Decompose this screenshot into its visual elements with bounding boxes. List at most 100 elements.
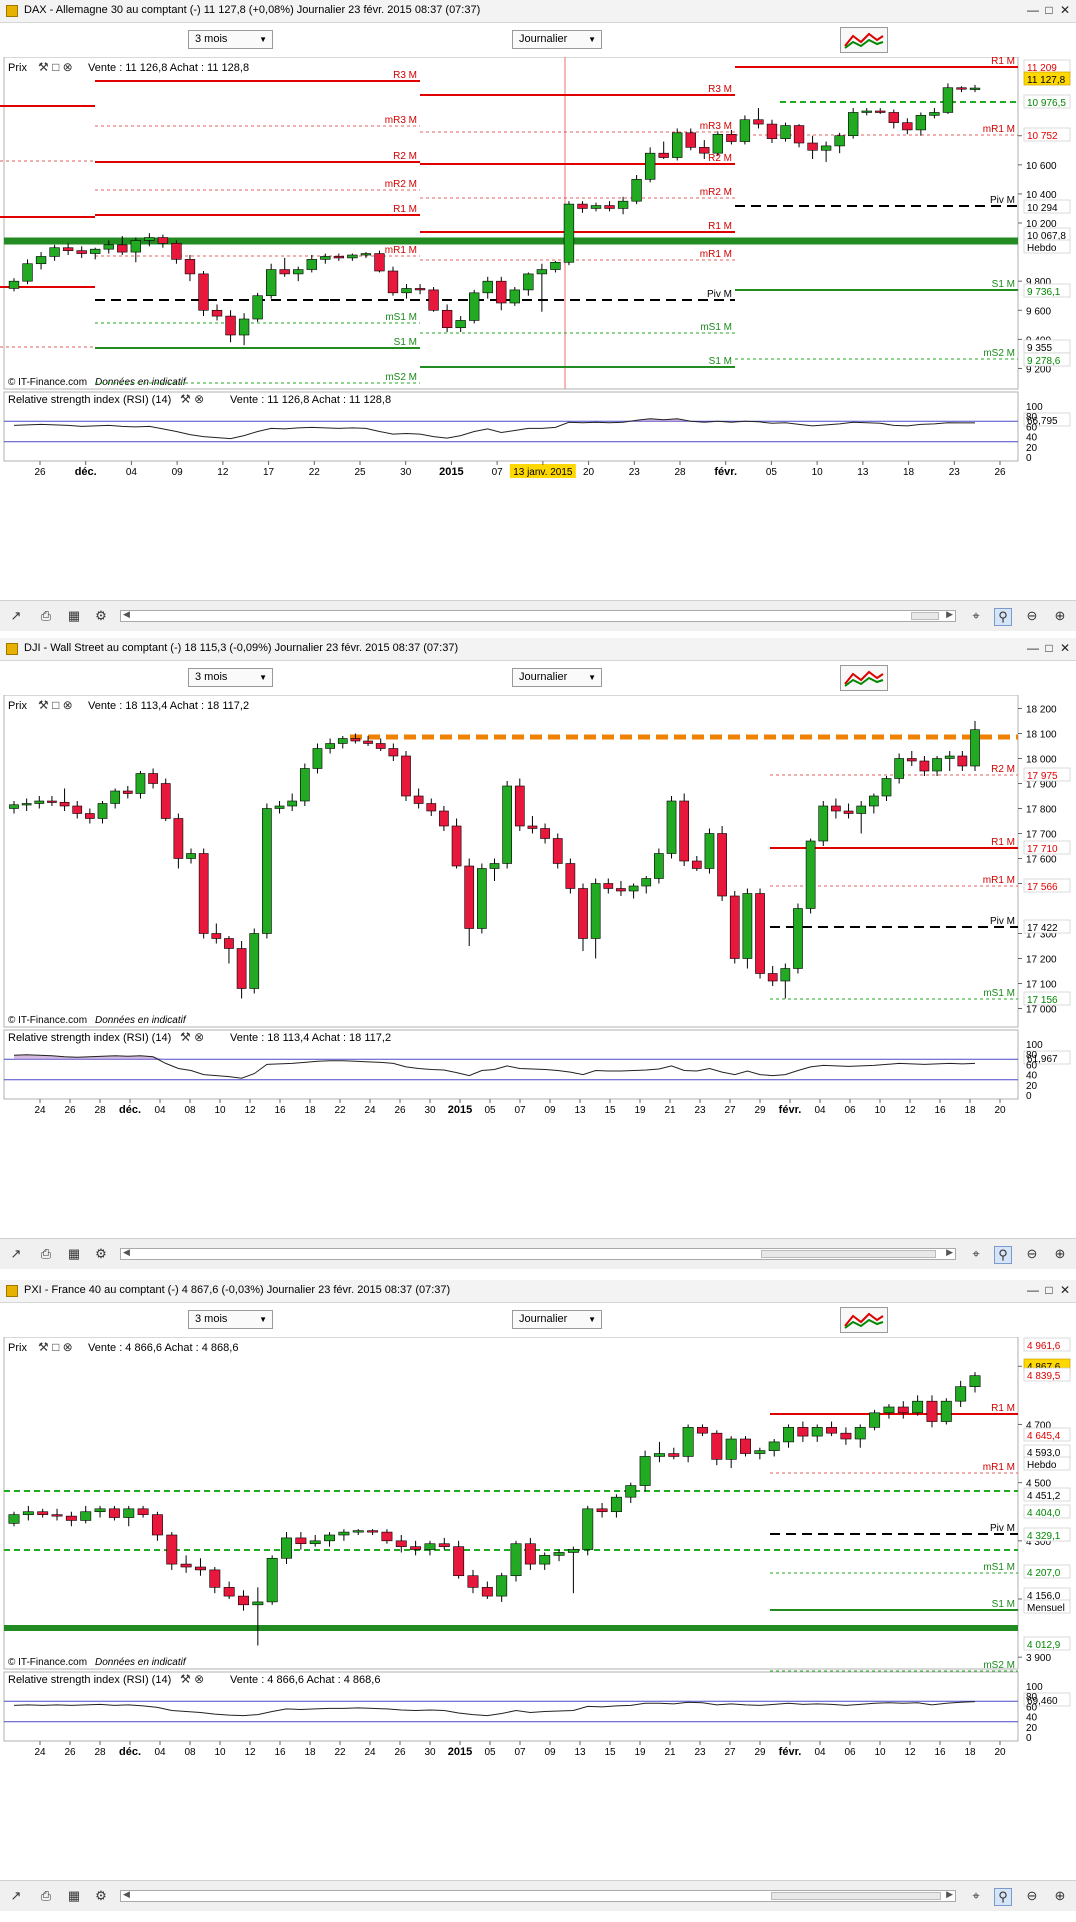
calculator-icon[interactable]: ▦ bbox=[66, 1246, 82, 1262]
time-scrollbar[interactable]: ◀ ▶ bbox=[120, 1247, 956, 1260]
zoom-out-icon[interactable]: ⊖ bbox=[1024, 608, 1040, 624]
pivot-label: mR1 M bbox=[983, 1462, 1015, 1473]
zoom-in-icon[interactable]: ⊕ bbox=[1052, 608, 1068, 624]
maximize-button[interactable]: □ bbox=[1042, 3, 1056, 17]
export-icon[interactable]: ↗ bbox=[8, 1246, 24, 1262]
zoom-out-icon[interactable]: ⊖ bbox=[1024, 1888, 1040, 1904]
x-tick-label: 29 bbox=[754, 1747, 766, 1758]
period-select[interactable]: 3 mois ▼ bbox=[188, 668, 273, 687]
x-tick-label: 09 bbox=[172, 467, 184, 478]
copyright: © IT-Finance.com bbox=[8, 1015, 87, 1026]
crosshair-icon[interactable]: ⌖ bbox=[968, 608, 984, 624]
candle bbox=[603, 883, 614, 889]
chart-window-dax: DAX - Allemagne 30 au comptant (-) 11 12… bbox=[0, 0, 1076, 642]
candle bbox=[21, 803, 32, 806]
x-tick-label: 24 bbox=[34, 1747, 46, 1758]
export-icon[interactable]: ↗ bbox=[8, 608, 24, 624]
time-scrollbar[interactable]: ◀ ▶ bbox=[120, 1889, 956, 1902]
x-tick-label: 30 bbox=[400, 467, 412, 478]
zoom-fit-icon[interactable]: ⚲ bbox=[994, 1246, 1012, 1264]
candle bbox=[401, 755, 411, 797]
print-icon[interactable]: ⎙ bbox=[38, 608, 54, 624]
time-scrollbar[interactable]: ◀ ▶ bbox=[120, 609, 956, 622]
axis-tag: 17 566 bbox=[1027, 882, 1058, 893]
axis-tag: 10 976,5 bbox=[1027, 98, 1066, 109]
copyright-note: Données en indicatif bbox=[95, 1015, 187, 1026]
candle bbox=[211, 933, 222, 939]
minimize-button[interactable]: — bbox=[1026, 3, 1040, 17]
minimize-button[interactable]: — bbox=[1026, 641, 1040, 655]
candle bbox=[477, 868, 487, 929]
scroll-thumb[interactable] bbox=[911, 612, 939, 620]
scroll-left-icon[interactable]: ◀ bbox=[123, 609, 130, 620]
period-value: 3 mois bbox=[195, 671, 228, 683]
zoom-out-icon[interactable]: ⊖ bbox=[1024, 1246, 1040, 1262]
period-select[interactable]: 3 mois ▼ bbox=[188, 1310, 273, 1329]
print-icon[interactable]: ⎙ bbox=[38, 1246, 54, 1262]
crosshair-icon[interactable]: ⌖ bbox=[968, 1888, 984, 1904]
period-select[interactable]: 3 mois ▼ bbox=[188, 30, 273, 49]
pivot-label: S1 M bbox=[992, 279, 1015, 290]
candle bbox=[94, 1508, 106, 1513]
close-button[interactable]: ✕ bbox=[1058, 1283, 1072, 1297]
candle bbox=[338, 1531, 350, 1536]
candle bbox=[9, 804, 19, 809]
scroll-right-icon[interactable]: ▶ bbox=[946, 609, 953, 620]
zoom-in-icon[interactable]: ⊕ bbox=[1052, 1888, 1068, 1904]
candle bbox=[35, 256, 47, 265]
scroll-left-icon[interactable]: ◀ bbox=[123, 1247, 130, 1258]
close-button[interactable]: ✕ bbox=[1058, 3, 1072, 17]
rsi-tick-label: 0 bbox=[1026, 1091, 1032, 1102]
candle bbox=[198, 273, 209, 311]
pivot-label: mR3 M bbox=[700, 121, 732, 132]
candle bbox=[481, 1587, 493, 1597]
crosshair-icon[interactable]: ⌖ bbox=[968, 1246, 984, 1262]
indicators-icon bbox=[844, 1312, 884, 1329]
indicators-button[interactable] bbox=[840, 1307, 888, 1333]
x-tick-label: 12 bbox=[244, 1747, 256, 1758]
settings-icon[interactable]: ⚙ bbox=[93, 608, 109, 624]
calculator-icon[interactable]: ▦ bbox=[66, 608, 82, 624]
scroll-right-icon[interactable]: ▶ bbox=[946, 1889, 953, 1900]
indicators-button[interactable] bbox=[840, 665, 888, 691]
x-tick-label: 15 bbox=[604, 1105, 616, 1116]
copyright: © IT-Finance.com bbox=[8, 1657, 87, 1668]
zoom-fit-icon[interactable]: ⚲ bbox=[994, 608, 1012, 626]
print-icon[interactable]: ⎙ bbox=[38, 1888, 54, 1904]
candle bbox=[672, 132, 683, 158]
interval-select[interactable]: Journalier ▼ bbox=[512, 1310, 602, 1329]
chart-canvas[interactable]: Prix ⚒ □ ⊗ Vente : 11 126,8 Achat : 11 128… bbox=[0, 57, 1076, 600]
calculator-icon[interactable]: ▦ bbox=[66, 1888, 82, 1904]
maximize-button[interactable]: □ bbox=[1042, 641, 1056, 655]
candle bbox=[578, 888, 588, 939]
candle bbox=[565, 863, 576, 889]
chevron-down-icon: ▼ bbox=[588, 35, 596, 44]
interval-select[interactable]: Journalier ▼ bbox=[512, 30, 602, 49]
zoom-fit-icon[interactable]: ⚲ bbox=[994, 1888, 1012, 1906]
maximize-button[interactable]: □ bbox=[1042, 1283, 1056, 1297]
chart-canvas[interactable]: Prix ⚒ □ ⊗ Vente : 18 113,4 Achat : 18 117… bbox=[0, 695, 1076, 1238]
x-tick-label: déc. bbox=[119, 1104, 141, 1116]
x-tick-label: 27 bbox=[724, 1747, 736, 1758]
candle bbox=[717, 833, 727, 897]
export-icon[interactable]: ↗ bbox=[8, 1888, 24, 1904]
candle bbox=[157, 237, 169, 244]
scroll-right-icon[interactable]: ▶ bbox=[946, 1247, 953, 1258]
candle bbox=[262, 808, 272, 934]
scroll-thumb[interactable] bbox=[771, 1892, 941, 1900]
settings-icon[interactable]: ⚙ bbox=[93, 1246, 109, 1262]
scroll-left-icon[interactable]: ◀ bbox=[123, 1889, 130, 1900]
candle bbox=[742, 893, 753, 959]
candle bbox=[523, 273, 534, 291]
settings-icon[interactable]: ⚙ bbox=[93, 1888, 109, 1904]
scroll-thumb[interactable] bbox=[761, 1250, 936, 1258]
candle bbox=[666, 800, 677, 854]
indicators-button[interactable] bbox=[840, 27, 888, 53]
interval-select[interactable]: Journalier ▼ bbox=[512, 668, 602, 687]
chart-canvas[interactable]: Prix ⚒ □ ⊗ Vente : 4 866,6 Achat : 4 868,6… bbox=[0, 1337, 1076, 1880]
rsi-label: Relative strength index (RSI) (14) bbox=[8, 1032, 171, 1044]
candle bbox=[969, 87, 981, 90]
zoom-in-icon[interactable]: ⊕ bbox=[1052, 1246, 1068, 1262]
close-button[interactable]: ✕ bbox=[1058, 641, 1072, 655]
minimize-button[interactable]: — bbox=[1026, 1283, 1040, 1297]
